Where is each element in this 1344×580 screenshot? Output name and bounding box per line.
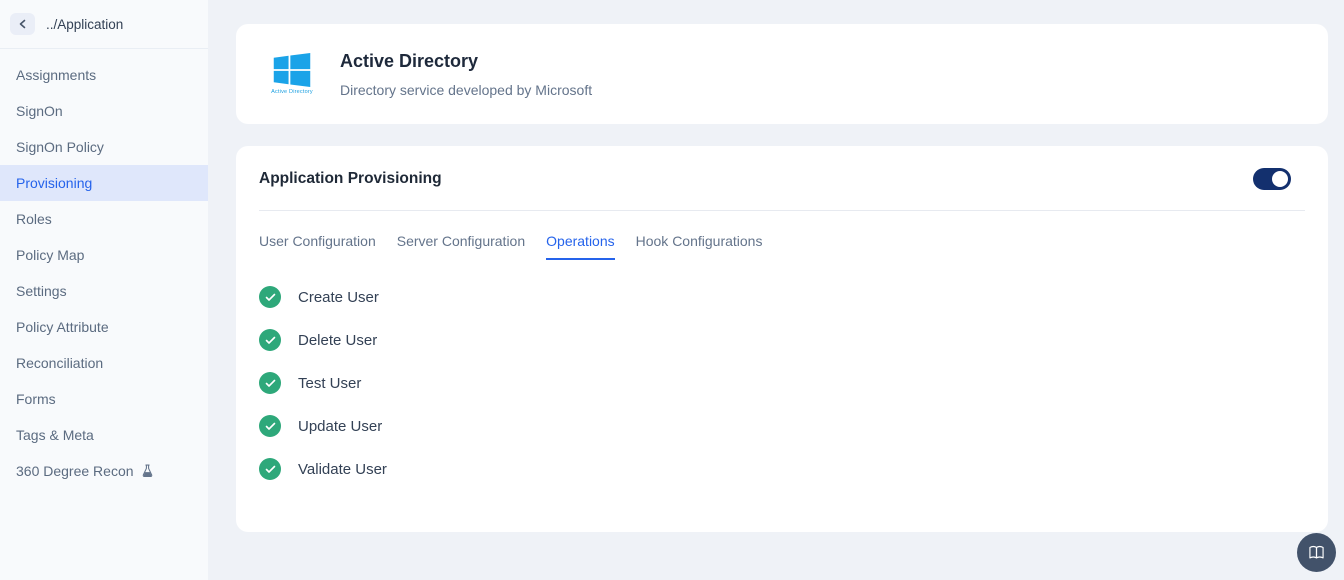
operation-label: Create User [298,289,379,306]
sidebar-item-label: Policy Map [16,246,84,264]
sidebar-item-label: Assignments [16,66,96,84]
flask-icon [141,464,154,478]
sidebar-header: ../Application [0,0,208,49]
sidebar-item-label: 360 Degree Recon [16,462,134,480]
check-circle-icon [259,372,281,394]
breadcrumb[interactable]: ../Application [46,17,123,32]
sidebar-item-policy-attribute[interactable]: Policy Attribute [0,309,208,345]
operation-label: Delete User [298,332,377,349]
sidebar-item-reconciliation[interactable]: Reconciliation [0,345,208,381]
sidebar-item-settings[interactable]: Settings [0,273,208,309]
sidebar-item-assignments[interactable]: Assignments [0,57,208,93]
sidebar: ../Application Assignments SignOn SignOn… [0,0,208,580]
app-logo-caption: Active Directory [271,89,313,95]
page-subtitle: Directory service developed by Microsoft [340,82,592,98]
operations-list: Create User Delete User Test User Update… [236,260,1328,480]
sidebar-item-tags-meta[interactable]: Tags & Meta [0,417,208,453]
check-circle-icon [259,286,281,308]
sidebar-item-forms[interactable]: Forms [0,381,208,417]
tab-server-configuration[interactable]: Server Configuration [397,233,525,260]
tab-hook-configurations[interactable]: Hook Configurations [636,233,763,260]
sidebar-item-label: Provisioning [16,174,92,192]
operation-label: Update User [298,418,382,435]
sidebar-item-label: SignOn Policy [16,138,104,156]
operation-label: Test User [298,375,361,392]
app-logo: Active Directory [266,53,318,95]
sidebar-item-label: SignOn [16,102,63,120]
sidebar-item-roles[interactable]: Roles [0,201,208,237]
sidebar-item-label: Roles [16,210,52,228]
tab-user-configuration[interactable]: User Configuration [259,233,376,260]
sidebar-item-provisioning[interactable]: Provisioning [0,165,208,201]
sidebar-item-label: Tags & Meta [16,426,94,444]
back-button[interactable] [10,13,35,35]
sidebar-item-label: Forms [16,390,56,408]
page-title: Active Directory [340,51,592,72]
tab-bar: User Configuration Server Configuration … [236,211,1328,260]
section-title: Application Provisioning [259,170,442,188]
sidebar-item-label: Policy Attribute [16,318,109,336]
chevron-left-icon [18,19,28,29]
help-docs-fab[interactable] [1297,533,1336,572]
tab-operations[interactable]: Operations [546,233,614,260]
sidebar-item-signon-policy[interactable]: SignOn Policy [0,129,208,165]
operation-label: Validate User [298,461,387,478]
operation-row-delete-user: Delete User [259,329,1305,351]
sidebar-item-360-degree-recon[interactable]: 360 Degree Recon [0,453,208,489]
check-circle-icon [259,415,281,437]
operation-row-create-user: Create User [259,286,1305,308]
main-content: Active Directory Active Directory Direct… [208,0,1344,580]
sidebar-nav: Assignments SignOn SignOn Policy Provisi… [0,49,208,489]
windows-logo-icon [273,53,311,87]
sidebar-item-policy-map[interactable]: Policy Map [0,237,208,273]
app-header-card: Active Directory Active Directory Direct… [236,24,1328,124]
open-book-icon [1308,545,1325,560]
operation-row-validate-user: Validate User [259,458,1305,480]
provisioning-card: Application Provisioning User Configurat… [236,146,1328,532]
sidebar-item-label: Reconciliation [16,354,103,372]
provisioning-header: Application Provisioning [236,168,1328,190]
operation-row-update-user: Update User [259,415,1305,437]
check-circle-icon [259,329,281,351]
check-circle-icon [259,458,281,480]
sidebar-item-label: Settings [16,282,67,300]
operation-row-test-user: Test User [259,372,1305,394]
sidebar-item-signon[interactable]: SignOn [0,93,208,129]
provisioning-toggle[interactable] [1253,168,1291,190]
app-header-text: Active Directory Directory service devel… [340,51,592,98]
toggle-knob [1272,171,1288,187]
